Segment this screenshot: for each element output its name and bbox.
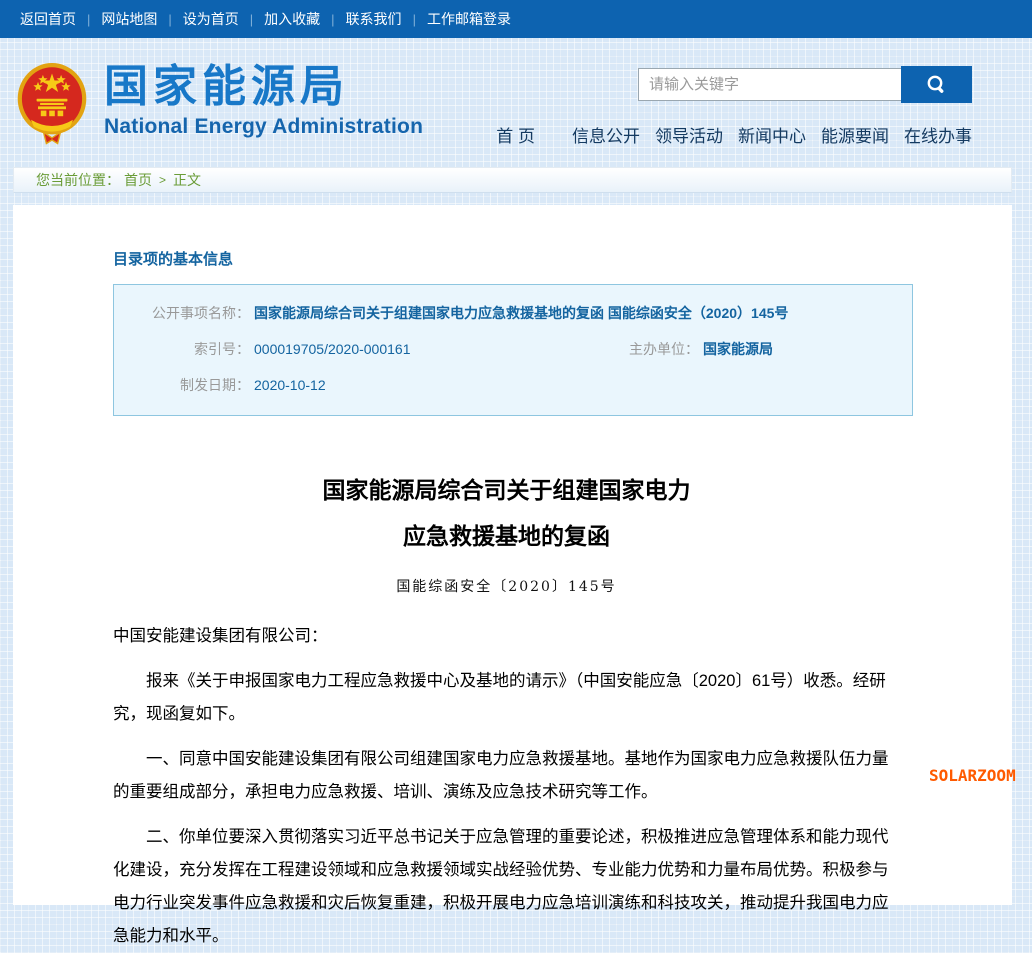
- topbar-link[interactable]: 返回首页: [20, 9, 76, 29]
- nav-item[interactable]: 在线办事: [904, 122, 972, 147]
- info-section-heading: 目录项的基本信息: [113, 248, 900, 269]
- site-header: 国家能源局 National Energy Administration 首 页…: [0, 38, 1032, 167]
- document-title: 国家能源局综合司关于组建国家电力 应急救援基地的复函: [113, 468, 900, 560]
- nea-webpage: { "topbar": { "links": ["返回首页", "网站地图", …: [0, 0, 1032, 814]
- top-link-bar: 返回首页网站地图设为首页加入收藏联系我们工作邮箱登录: [0, 0, 1032, 38]
- national-emblem-logo: [17, 62, 87, 148]
- main-navigation: 首 页 信息公开领导活动新闻中心能源要闻在线办事: [496, 122, 972, 147]
- breadcrumb-separator: >: [159, 173, 166, 187]
- info-name-value: 国家能源局综合司关于组建国家电力应急救援基地的复函 国能综函安全（2020）14…: [250, 295, 912, 331]
- breadcrumb: 您当前位置： 首页 > 正文: [13, 167, 1012, 193]
- breadcrumb-current: 正文: [173, 170, 201, 190]
- solarzoom-watermark: SOLARZOOM: [929, 766, 1016, 785]
- nav-item[interactable]: 首 页: [496, 122, 535, 147]
- content-panel: 目录项的基本信息 公开事项名称： 国家能源局综合司关于组建国家电力应急救援基地的…: [13, 205, 1012, 905]
- site-title: 国家能源局 National Energy Administration: [104, 62, 423, 139]
- document-paragraph: 一、同意中国安能建设集团有限公司组建国家电力应急救援基地。基地作为国家电力应急救…: [113, 743, 900, 809]
- info-org-value: 国家能源局: [699, 331, 912, 367]
- topbar-link[interactable]: 网站地图: [76, 9, 157, 29]
- topbar-link[interactable]: 工作邮箱登录: [402, 9, 511, 29]
- breadcrumb-prefix: 您当前位置：: [36, 170, 120, 190]
- document-title-line1: 国家能源局综合司关于组建国家电力: [113, 468, 900, 514]
- search-button[interactable]: [901, 66, 972, 103]
- nav-item[interactable]: 信息公开: [572, 122, 640, 147]
- document-paragraph: 报来《关于申报国家电力工程应急救援中心及基地的请示》（中国安能应急〔2020〕6…: [113, 665, 900, 731]
- document-paragraph: 中国安能建设集团有限公司：: [113, 620, 900, 653]
- nav-item[interactable]: 领导活动: [655, 122, 723, 147]
- topbar-link[interactable]: 联系我们: [320, 9, 401, 29]
- search-box: [638, 66, 972, 103]
- info-org-label: 主办单位：: [562, 331, 699, 367]
- search-input[interactable]: [638, 68, 901, 101]
- document-info-table: 公开事项名称： 国家能源局综合司关于组建国家电力应急救援基地的复函 国能综函安全…: [113, 284, 913, 416]
- info-date-label: 制发日期：: [114, 367, 250, 403]
- document-paragraph: 二、你单位要深入贯彻落实习近平总书记关于应急管理的重要论述，积极推进应急管理体系…: [113, 821, 900, 953]
- info-date-value: 2020-10-12: [250, 367, 912, 403]
- site-name-en: National Energy Administration: [104, 115, 423, 139]
- site-name-cn: 国家能源局: [104, 62, 423, 112]
- info-index-value: 000019705/2020-000161: [250, 331, 562, 367]
- topbar-link[interactable]: 设为首页: [157, 9, 238, 29]
- document-title-line2: 应急救援基地的复函: [113, 514, 900, 560]
- info-index-label: 索引号：: [114, 331, 250, 367]
- search-icon: [925, 73, 949, 97]
- breadcrumb-home-link[interactable]: 首页: [124, 170, 152, 190]
- info-name-label: 公开事项名称：: [114, 295, 250, 331]
- document-number: 国能综函安全〔2020〕145号: [113, 576, 900, 596]
- topbar-link[interactable]: 加入收藏: [239, 9, 320, 29]
- nav-item[interactable]: 能源要闻: [821, 122, 889, 147]
- document-body: 中国安能建设集团有限公司： 报来《关于申报国家电力工程应急救援中心及基地的请示》（…: [113, 620, 900, 953]
- nav-item[interactable]: 新闻中心: [738, 122, 806, 147]
